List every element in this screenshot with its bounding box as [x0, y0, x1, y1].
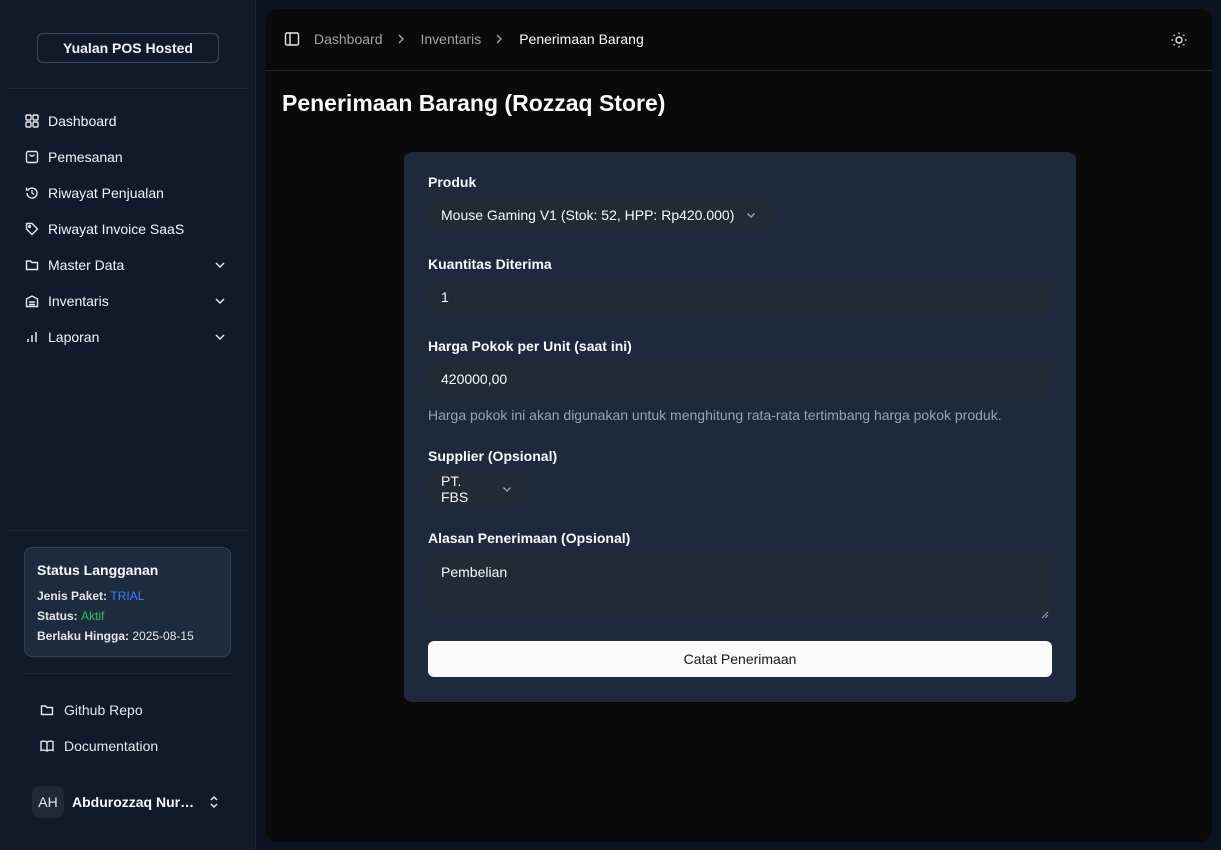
- chevron-down-icon: [500, 482, 514, 496]
- sidebar-item-label: Master Data: [48, 257, 125, 273]
- sidebar-item-label: Dashboard: [48, 113, 117, 129]
- product-select[interactable]: Mouse Gaming V1 (Stok: 52, HPP: Rp420.00…: [428, 196, 772, 234]
- reason-label: Alasan Penerimaan (Opsional): [428, 530, 631, 546]
- sidebar-item-pemesanan[interactable]: Pemesanan: [16, 139, 240, 175]
- breadcrumb-current: Penerimaan Barang: [519, 31, 644, 47]
- user-menu[interactable]: AH Abdurozzaq Nurul Hadi: [32, 786, 232, 818]
- submit-receipt-button[interactable]: Catat Penerimaan: [428, 641, 1052, 677]
- user-name: Abdurozzaq Nurul Hadi: [72, 794, 198, 810]
- bar-chart-icon: [24, 329, 40, 345]
- folder-icon: [40, 702, 56, 718]
- sidebar-item-master-data[interactable]: Master Data: [16, 247, 240, 283]
- status-label: Status:: [37, 609, 78, 623]
- sun-icon[interactable]: [1170, 31, 1188, 49]
- github-repo-label: Github Repo: [64, 702, 143, 718]
- sidebar-item-riwayat-invoice[interactable]: Riwayat Invoice SaaS: [16, 211, 240, 247]
- sidebar-item-label: Pemesanan: [48, 149, 123, 165]
- folder-icon: [24, 257, 40, 273]
- goods-receipt-form: Produk Mouse Gaming V1 (Stok: 52, HPP: R…: [404, 152, 1076, 702]
- breadcrumb: Dashboard Inventaris Penerimaan Barang: [284, 31, 644, 47]
- product-label: Produk: [428, 174, 477, 190]
- plan-row: Jenis Paket: TRIAL: [37, 586, 218, 606]
- valid-label: Berlaku Hingga:: [37, 629, 130, 643]
- chevrons-up-down-icon: [206, 794, 222, 810]
- documentation-label: Documentation: [64, 738, 159, 754]
- documentation-link[interactable]: Documentation: [32, 728, 232, 764]
- subscription-title: Status Langganan: [37, 562, 159, 578]
- sidebar: Yualan POS Hosted Dashboard Pemesanan Ri…: [0, 0, 256, 850]
- sidebar-item-dashboard[interactable]: Dashboard: [16, 103, 240, 139]
- supplier-label: Supplier (Opsional): [428, 448, 558, 464]
- sidebar-item-label: Laporan: [48, 329, 100, 345]
- sidebar-item-label: Riwayat Penjualan: [48, 185, 164, 201]
- chevron-down-icon: [212, 329, 228, 345]
- avatar: AH: [32, 786, 64, 818]
- sidebar-item-laporan[interactable]: Laporan: [16, 319, 240, 355]
- history-icon: [24, 185, 40, 201]
- reason-value: Pembelian: [441, 564, 508, 580]
- sidebar-divider: [9, 530, 247, 531]
- sidebar-item-label: Riwayat Invoice SaaS: [48, 221, 185, 237]
- valid-until-row: Berlaku Hingga: 2025-08-15: [37, 626, 218, 646]
- sidebar-divider: [24, 673, 231, 674]
- page-title: Penerimaan Barang (Rozzaq Store): [282, 90, 666, 116]
- sidebar-divider: [9, 88, 247, 89]
- breadcrumb-inventaris[interactable]: Inventaris: [421, 31, 482, 47]
- shopping-bag-icon: [24, 149, 40, 165]
- status-value: Aktif: [81, 609, 105, 623]
- main-content: Dashboard Inventaris Penerimaan Barang P…: [266, 9, 1212, 842]
- cost-hint: Harga pokok ini akan digunakan untuk men…: [428, 407, 1002, 423]
- sidebar-nav: Dashboard Pemesanan Riwayat Penjualan Ri…: [16, 103, 240, 355]
- sidebar-item-riwayat-penjualan[interactable]: Riwayat Penjualan: [16, 175, 240, 211]
- supplier-select-value: PT. FBS: [441, 473, 469, 505]
- resize-handle-icon[interactable]: [1041, 606, 1049, 619]
- breadcrumb-dashboard[interactable]: Dashboard: [314, 31, 383, 47]
- cost-label: Harga Pokok per Unit (saat ini): [428, 338, 632, 354]
- chevron-down-icon: [212, 257, 228, 273]
- chevron-right-icon: [492, 31, 508, 47]
- sidebar-item-label: Inventaris: [48, 293, 109, 309]
- sidebar-item-inventaris[interactable]: Inventaris: [16, 283, 240, 319]
- plan-label: Jenis Paket:: [37, 589, 108, 603]
- quantity-input[interactable]: 1: [428, 278, 1052, 316]
- reason-textarea[interactable]: Pembelian: [428, 553, 1052, 619]
- quantity-label: Kuantitas Diterima: [428, 256, 552, 272]
- sidebar-toggle-icon[interactable]: [284, 31, 300, 47]
- valid-value: 2025-08-15: [132, 629, 194, 643]
- book-open-icon: [40, 738, 56, 754]
- footer-links: Github Repo Documentation: [32, 692, 232, 764]
- chevron-down-icon: [212, 293, 228, 309]
- chevron-down-icon: [744, 208, 758, 222]
- topbar: Dashboard Inventaris Penerimaan Barang: [266, 9, 1212, 71]
- status-row: Status: Aktif: [37, 606, 218, 626]
- plan-value: TRIAL: [110, 589, 145, 603]
- subscription-status-card: Status Langganan Jenis Paket: TRIAL Stat…: [24, 547, 231, 657]
- supplier-select[interactable]: PT. FBS: [428, 470, 526, 508]
- chevron-right-icon: [394, 31, 410, 47]
- product-select-value: Mouse Gaming V1 (Stok: 52, HPP: Rp420.00…: [441, 207, 735, 223]
- tag-icon: [24, 221, 40, 237]
- cost-input[interactable]: 420000,00: [428, 360, 1052, 398]
- dashboard-grid-icon: [24, 113, 40, 129]
- github-repo-link[interactable]: Github Repo: [32, 692, 232, 728]
- brand-button[interactable]: Yualan POS Hosted: [37, 33, 219, 63]
- warehouse-icon: [24, 293, 40, 309]
